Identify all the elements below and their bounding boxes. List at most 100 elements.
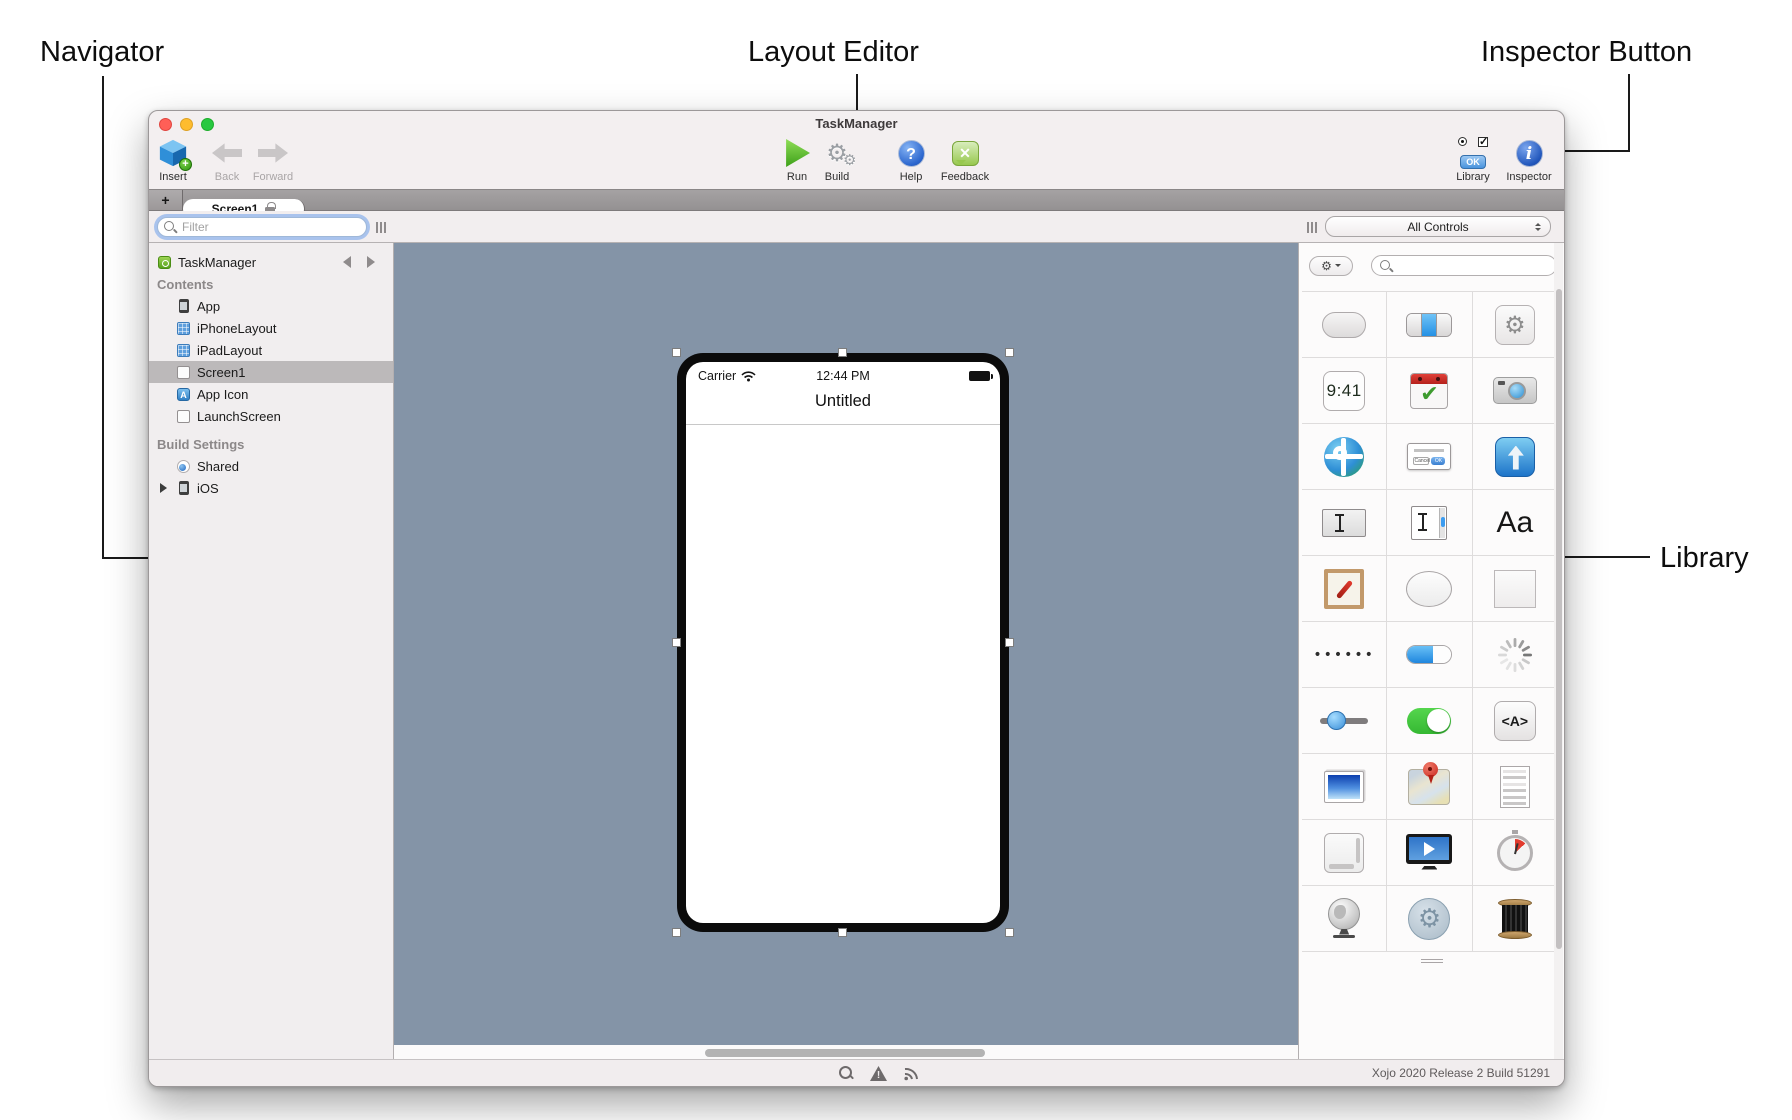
lib-settings-control[interactable]: ⚙ — [1473, 292, 1557, 357]
selection-handle-bottom-center[interactable] — [838, 928, 847, 937]
lib-canvas-control[interactable] — [1302, 556, 1386, 621]
lib-location-control[interactable] — [1302, 424, 1386, 489]
selection-handle-top-right[interactable] — [1005, 348, 1014, 357]
selection-handle-bottom-left[interactable] — [672, 928, 681, 937]
library-toggle-button[interactable]: ✓ OK Library — [1441, 137, 1505, 183]
build-small-gear-icon: ⚙ — [843, 151, 856, 169]
password-dots-icon: •••••• — [1313, 647, 1375, 663]
forward-button[interactable]: Forward — [241, 137, 305, 183]
thread-gear-icon: ⚙ — [1408, 898, 1450, 940]
layout-editor-canvas[interactable]: Carrier 12:44 PM Untitled — [394, 243, 1298, 1045]
lib-slider-control[interactable] — [1302, 688, 1386, 753]
lib-image-view-control[interactable] — [1302, 754, 1386, 819]
selection-handle-bottom-right[interactable] — [1005, 928, 1014, 937]
filter-input[interactable] — [157, 217, 367, 237]
help-icon: ? — [898, 140, 925, 167]
app-icon — [179, 299, 189, 313]
horizontal-scrollbar[interactable] — [705, 1049, 985, 1057]
warnings-icon[interactable] — [870, 1066, 887, 1081]
back-arrow-icon — [212, 142, 242, 164]
launchscreen-icon — [177, 410, 190, 423]
inspector-icon: i — [1516, 140, 1543, 167]
library-toggle-label: Library — [1441, 171, 1505, 183]
settings-gear-icon: ⚙ — [1495, 305, 1535, 345]
lib-rectangle-control[interactable] — [1473, 556, 1557, 621]
navigator-item-iphonelayout[interactable]: iPhoneLayout — [149, 317, 393, 339]
navigator-item-ios[interactable]: iOS — [149, 477, 393, 499]
lib-scrollable-area-control[interactable] — [1302, 820, 1386, 885]
library-search-field[interactable] — [1371, 255, 1557, 276]
lib-thread-control[interactable]: ⚙ — [1387, 886, 1471, 951]
lib-button-control[interactable] — [1302, 292, 1386, 357]
library-controls-popup[interactable]: All Controls — [1325, 216, 1551, 237]
paint-canvas-icon — [1324, 569, 1364, 609]
screen1-label: Screen1 — [197, 365, 245, 380]
share-arrow-icon — [1495, 437, 1535, 477]
lib-oval-control[interactable] — [1387, 556, 1471, 621]
segmented-control-icon — [1406, 313, 1452, 337]
library-scrollbar-thumb[interactable] — [1556, 289, 1562, 949]
lib-segmented-control[interactable] — [1387, 292, 1471, 357]
navigator-item-app[interactable]: App — [149, 295, 393, 317]
lib-html-viewer-control[interactable]: <A> — [1473, 688, 1557, 753]
lib-datetime-picker-control[interactable]: 9:41 — [1302, 358, 1386, 423]
message-dialog-icon: CancelOK — [1407, 443, 1451, 470]
scrollable-area-icon — [1324, 833, 1364, 873]
navigator-item-shared[interactable]: Shared — [149, 455, 393, 477]
lib-movie-player-control[interactable] — [1387, 820, 1471, 885]
selection-handle-top-center[interactable] — [838, 348, 847, 357]
tab-bar: + Screen1 — [149, 189, 1564, 211]
popup-updown-icon — [1535, 220, 1541, 234]
lib-label-control[interactable]: Aa — [1473, 490, 1557, 555]
add-tab-button[interactable]: + — [149, 190, 183, 210]
navigator-item-ipadlayout[interactable]: iPadLayout — [149, 339, 393, 361]
build-button[interactable]: ⚙ ⚙ Build — [805, 137, 869, 183]
lib-password-field-control[interactable]: •••••• — [1302, 622, 1386, 687]
map-pin-icon — [1408, 769, 1450, 805]
navigator-panel: TaskManager Contents App iPhoneLayout iP… — [149, 243, 394, 1059]
lib-switch-control[interactable] — [1387, 688, 1471, 753]
navigator-item-appicon[interactable]: A App Icon — [149, 383, 393, 405]
history-back-icon[interactable] — [337, 256, 351, 268]
status-bar: Xojo 2020 Release 2 Build 51291 — [149, 1059, 1564, 1086]
lib-url-connection-control[interactable] — [1302, 886, 1386, 951]
navigator-columns-handle-icon[interactable] — [376, 222, 386, 233]
library-splitter-handle[interactable] — [1421, 959, 1443, 963]
lib-text-field-control[interactable] — [1302, 490, 1386, 555]
lib-camera-control[interactable] — [1473, 358, 1557, 423]
lib-progress-bar-control[interactable] — [1387, 622, 1471, 687]
location-target-icon — [1324, 437, 1364, 477]
feed-icon[interactable] — [903, 1067, 919, 1081]
lib-messagebox-control[interactable]: CancelOK — [1387, 424, 1471, 489]
lib-socket-control[interactable] — [1473, 886, 1557, 951]
screenshot-page: Navigator Layout Editor Inspector Button… — [0, 0, 1792, 1120]
ios-icon — [179, 481, 189, 495]
navigator-project-row[interactable]: TaskManager — [149, 251, 393, 273]
library-columns-handle-icon[interactable] — [1307, 222, 1317, 233]
lib-table-control[interactable] — [1473, 754, 1557, 819]
lib-timer-control[interactable] — [1473, 820, 1557, 885]
library-scrollbar-track[interactable] — [1554, 243, 1563, 1059]
library-gear-button[interactable]: ⚙ — [1309, 256, 1353, 276]
forward-arrow-icon — [258, 142, 288, 164]
selection-handle-middle-left[interactable] — [672, 638, 681, 647]
lib-date-picker-control[interactable]: ✔ — [1387, 358, 1471, 423]
navigator-filter-field[interactable] — [157, 217, 367, 237]
table-view-icon — [1500, 766, 1530, 808]
selection-handle-middle-right[interactable] — [1005, 638, 1014, 647]
inspector-toggle-button[interactable]: i Inspector — [1497, 137, 1561, 183]
find-icon[interactable] — [839, 1066, 854, 1081]
lib-sharing-panel-control[interactable] — [1473, 424, 1557, 489]
selection-handle-top-left[interactable] — [672, 348, 681, 357]
history-forward-icon[interactable] — [367, 256, 381, 268]
lib-map-view-control[interactable] — [1387, 754, 1471, 819]
ios-disclosure-icon[interactable] — [160, 483, 172, 493]
navigator-item-launchscreen[interactable]: LaunchScreen — [149, 405, 393, 427]
lib-activity-indicator-control[interactable] — [1473, 622, 1557, 687]
feedback-button[interactable]: ✕ Feedback — [933, 137, 997, 183]
lib-text-area-control[interactable] — [1387, 490, 1471, 555]
iphonelayout-icon — [177, 322, 190, 335]
navigator-item-screen1-selected[interactable]: Screen1 — [149, 361, 393, 383]
iphone-layout-mockup[interactable]: Carrier 12:44 PM Untitled — [677, 353, 1009, 932]
insert-plus-badge-icon: + — [179, 158, 192, 171]
